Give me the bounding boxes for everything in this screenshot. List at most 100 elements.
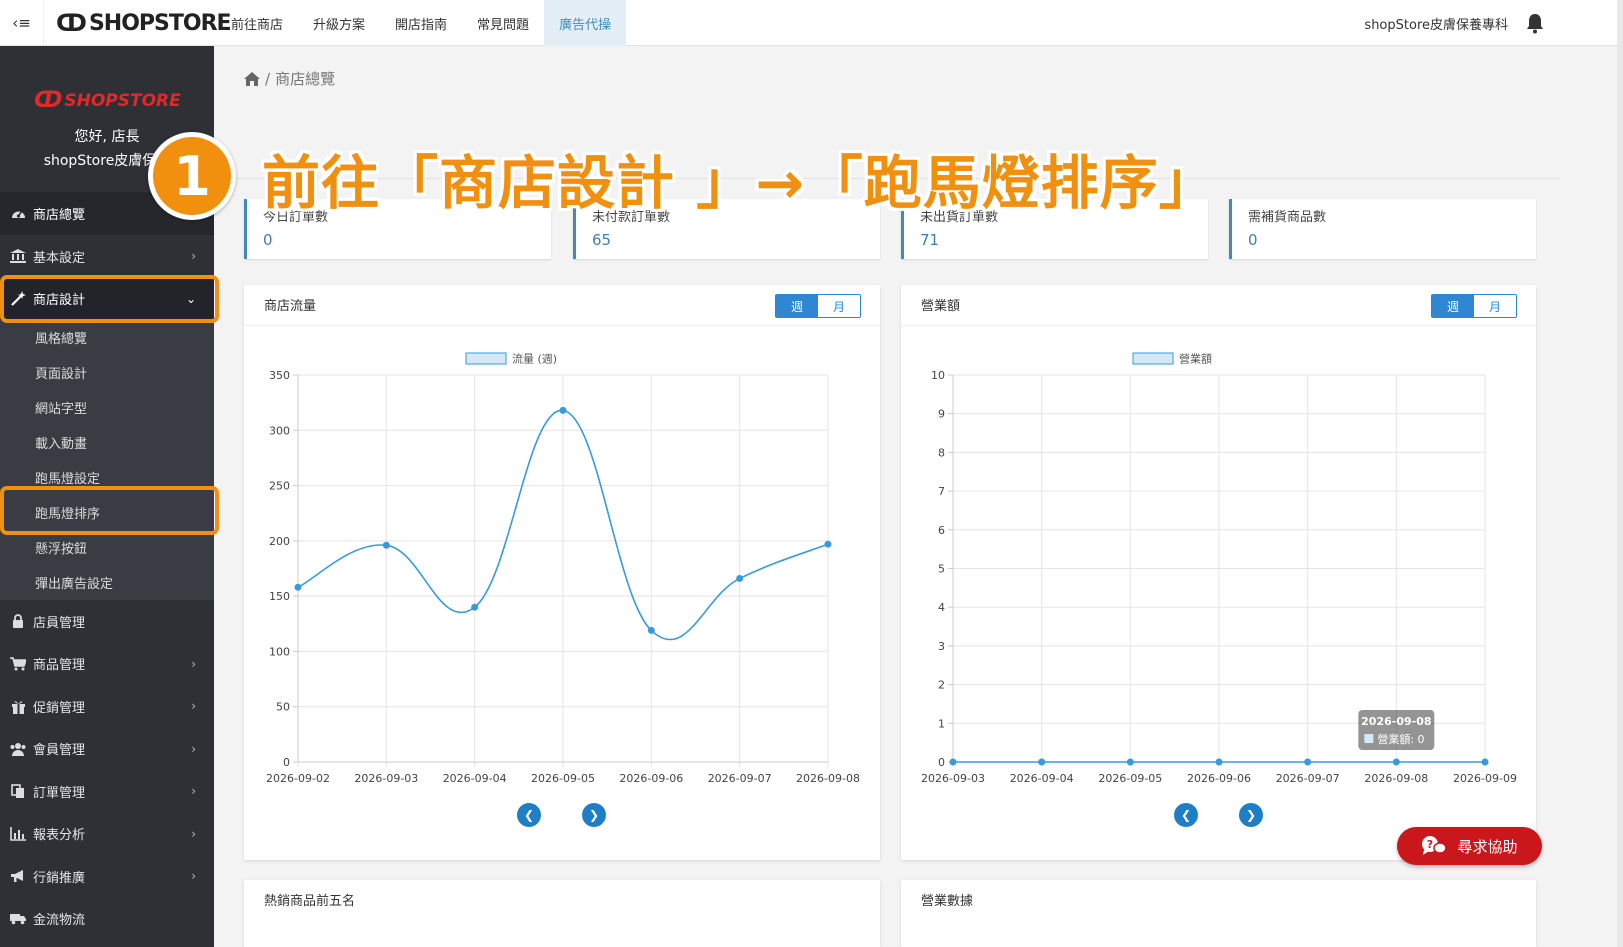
data-point — [736, 574, 744, 582]
prev-week-button[interactable]: ❮ — [517, 803, 541, 827]
data-point — [824, 540, 832, 548]
step-number-badge: 1 — [148, 132, 236, 220]
shop-name-menu[interactable]: shopStore皮膚保養專科 — [1364, 0, 1508, 46]
month-button[interactable]: 月 — [1474, 295, 1516, 317]
stat-value: 65 — [592, 231, 612, 249]
submenu-site-font[interactable]: 網站字型 — [0, 390, 214, 425]
sidebar-logo-mark-icon: ↀ — [34, 88, 63, 113]
y-tick-label: 0 — [938, 756, 945, 769]
data-point — [559, 406, 567, 414]
panel-title: 營業額 — [921, 299, 961, 314]
data-point — [1304, 758, 1312, 766]
x-tick-label: 2026-09-02 — [266, 772, 330, 785]
panel-title: 營業數據 — [921, 894, 974, 909]
y-tick-label: 50 — [276, 701, 290, 714]
nav-store-guide[interactable]: 開店指南 — [380, 0, 462, 46]
sidebar-item-members[interactable]: 會員管理 › — [0, 728, 214, 771]
submenu-style-overview[interactable]: 風格總覽 — [0, 320, 214, 355]
help-button[interactable]: ? 尋求協助 — [1397, 827, 1542, 865]
submenu-popup-ad-settings[interactable]: 彈出廣告設定 — [0, 565, 214, 600]
y-tick-label: 4 — [938, 601, 945, 614]
bar-chart-icon — [9, 825, 27, 843]
sidebar-item-label: 訂單管理 — [33, 785, 86, 801]
x-tick-label: 2026-09-08 — [1364, 772, 1428, 785]
svg-text:?: ? — [1427, 838, 1433, 851]
copy-icon — [9, 782, 27, 800]
x-tick-label: 2026-09-03 — [921, 772, 985, 785]
sidebar-item-products[interactable]: 商品管理 › — [0, 643, 214, 686]
brand-mark-icon: ↀ — [56, 9, 87, 37]
nav-upgrade-plan[interactable]: 升級方案 — [298, 0, 380, 46]
nav-go-to-store[interactable]: 前往商店 — [216, 0, 298, 46]
business-data-panel: 營業數據 — [901, 880, 1536, 947]
submenu-floating-button[interactable]: 懸浮按鈕 — [0, 530, 214, 565]
sidebar-item-reports[interactable]: 報表分析 › — [0, 813, 214, 856]
home-icon[interactable] — [244, 71, 260, 86]
nav-ad-service[interactable]: 廣告代操 — [544, 0, 627, 46]
legend-label: 營業額 — [1179, 353, 1212, 366]
submenu-page-design[interactable]: 頁面設計 — [0, 355, 214, 390]
sidebar-logo-text: SHOPSTORE — [64, 90, 181, 111]
data-point — [1038, 758, 1046, 766]
y-tick-label: 250 — [269, 480, 290, 493]
sidebar-item-label: 商品管理 — [33, 658, 86, 674]
y-tick-label: 6 — [938, 524, 945, 537]
traffic-panel: 商店流量 週 月 流量 (週) 0 50 100 150 200 250 300 350 2026… — [244, 285, 880, 860]
sidebar-item-basic-settings[interactable]: 基本設定 › — [0, 235, 214, 278]
data-point — [1392, 758, 1400, 766]
bell-icon[interactable] — [1525, 12, 1545, 34]
stat-value: 0 — [263, 231, 273, 249]
highlight-marquee-order — [0, 486, 219, 535]
cart-icon — [9, 655, 27, 673]
data-point — [1126, 758, 1134, 766]
x-tick-label: 2026-09-04 — [443, 772, 507, 785]
chat-help-icon: ? — [1422, 836, 1448, 855]
bullhorn-icon — [9, 867, 27, 885]
month-button[interactable]: 月 — [818, 295, 860, 317]
highlight-store-design — [0, 275, 219, 323]
revenue-line-chart: 營業額 0 1 2 3 4 5 6 7 8 9 10 2026-09-03 2026-09-04 2026-… — [921, 352, 1517, 785]
y-tick-label: 2 — [938, 679, 945, 692]
next-week-button[interactable]: ❯ — [1239, 803, 1263, 827]
sidebar-toggle-button[interactable]: ‹≡ — [0, 0, 44, 46]
y-tick-label: 7 — [938, 485, 945, 498]
page-scrollbar[interactable] — [1617, 0, 1623, 947]
submenu-loading-animation[interactable]: 載入動畫 — [0, 425, 214, 460]
breadcrumb: / 商店總覽 — [244, 68, 335, 89]
y-tick-label: 1 — [938, 717, 945, 730]
y-tick-label: 300 — [269, 424, 290, 437]
brand-logo[interactable]: ↀ SHOPSTORE — [56, 7, 232, 39]
chevron-right-icon: › — [191, 784, 196, 798]
stat-value: 71 — [920, 231, 940, 249]
top-products-panel: 熱銷商品前五名 — [244, 880, 880, 947]
nav-faq[interactable]: 常見問題 — [462, 0, 544, 46]
help-button-label: 尋求協助 — [1457, 837, 1518, 856]
week-button[interactable]: 週 — [1432, 295, 1474, 317]
chevron-right-icon: › — [191, 741, 196, 756]
sidebar-item-promotions[interactable]: 促銷管理 › — [0, 685, 214, 728]
x-tick-label: 2026-09-09 — [1453, 772, 1517, 785]
sidebar-item-orders[interactable]: 訂單管理 › — [0, 770, 214, 813]
sidebar-item-marketing[interactable]: 行銷推廣 › — [0, 855, 214, 898]
data-point — [471, 603, 479, 611]
truck-icon — [9, 910, 27, 928]
week-button[interactable]: 週 — [776, 295, 818, 317]
x-tick-label: 2026-09-06 — [1187, 772, 1251, 785]
sidebar-item-payment-logistics[interactable]: 金流物流 — [0, 898, 214, 941]
sidebar-item-label: 會員管理 — [33, 743, 86, 759]
tooltip-label: 營業額: 0 — [1377, 733, 1424, 746]
legend-swatch — [465, 352, 507, 365]
sidebar-item-staff[interactable]: 店員管理 — [0, 600, 214, 643]
revenue-panel: 營業額 週 月 營業額 0 1 2 3 4 5 6 7 8 9 10 2026-09-03 2026-09… — [901, 285, 1536, 860]
x-tick-label: 2026-09-04 — [1010, 772, 1074, 785]
prev-week-button[interactable]: ❮ — [1174, 803, 1198, 827]
y-tick-label: 0 — [283, 756, 290, 769]
chevron-right-icon: › — [191, 826, 196, 841]
data-point — [647, 626, 655, 634]
legend-swatch — [1132, 352, 1174, 365]
traffic-line-chart: 流量 (週) 0 50 100 150 200 250 300 350 2026-09-02 202… — [266, 352, 860, 786]
tooltip-swatch — [1364, 734, 1374, 743]
stat-card-restock-products[interactable]: 需補貨商品數 0 — [1229, 199, 1536, 259]
lock-icon — [9, 612, 27, 630]
next-week-button[interactable]: ❯ — [582, 803, 606, 827]
